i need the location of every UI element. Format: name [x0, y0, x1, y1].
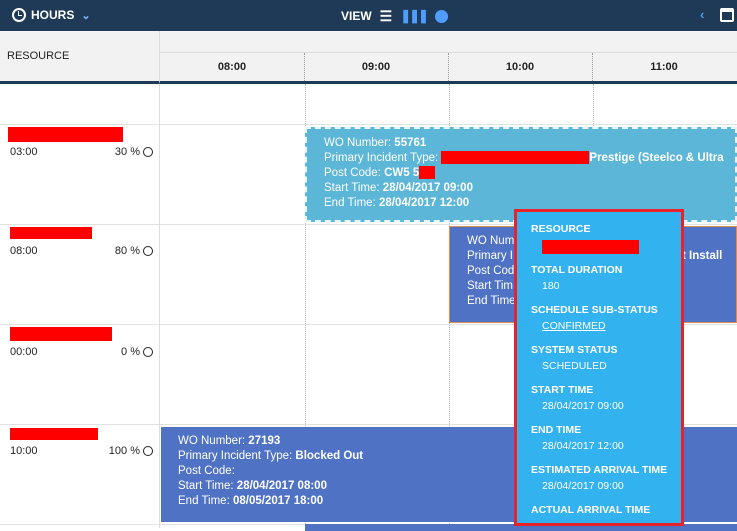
booking-incident-type: Primary Incident Type: Prestige (Steelco…	[324, 151, 724, 165]
resource-row[interactable]: 00:00 0 %	[0, 324, 160, 424]
resource-time: 10:00	[10, 445, 38, 457]
resource-header-label: RESOURCE	[7, 50, 70, 62]
hour-label: 11:00	[650, 61, 678, 73]
tooltip-resource-label: RESOURCE	[531, 223, 591, 235]
clock-icon	[143, 147, 153, 157]
tooltip-total-duration-label: TOTAL DURATION	[531, 264, 623, 276]
hour-label: 09:00	[361, 61, 391, 73]
tooltip-start-time-label: START TIME	[531, 384, 594, 396]
booking-block-selected[interactable]: WO Number: 55761 Primary Incident Type: …	[305, 127, 737, 222]
resource-column-header: RESOURCE	[0, 31, 160, 84]
tooltip-eta-label: ESTIMATED ARRIVAL TIME	[531, 464, 668, 476]
clock-icon	[143, 246, 153, 256]
tooltip-end-time-value: 28/04/2017 12:00	[542, 440, 624, 452]
resource-time: 08:00	[10, 245, 38, 257]
booking-wo-number: WO Number: 55761	[324, 137, 427, 149]
tooltip-actual-arrival-label: ACTUAL ARRIVAL TIME	[531, 504, 651, 516]
resource-row[interactable]: 08:00 80 %	[0, 224, 160, 324]
hour-label: 10:00	[505, 61, 535, 73]
tooltip-end-time-label: END TIME	[531, 424, 582, 436]
tooltip-sub-status-link[interactable]: CONFIRMED	[542, 320, 681, 333]
tooltip-eta-value: 28/04/2017 09:00	[542, 480, 624, 492]
hour-divider	[592, 53, 593, 81]
tooltip-system-status-value: SCHEDULED	[542, 360, 607, 372]
tooltip-start-time-value: 28/04/2017 09:00	[542, 400, 624, 412]
booking-details-tooltip: RESOURCE TOTAL DURATION 180 SCHEDULE SUB…	[514, 209, 684, 526]
view-label: VIEW	[341, 9, 372, 23]
redacted-resource-name	[10, 428, 98, 440]
redacted-resource-name	[10, 327, 112, 341]
hour-divider	[304, 53, 305, 81]
timeline-header: 08:00 09:00 10:00 11:00	[160, 31, 737, 84]
resource-time: 00:00	[10, 346, 38, 358]
redacted-text	[441, 151, 590, 165]
timeline-header-strip	[160, 31, 737, 53]
resource-time: 03:00	[10, 146, 38, 158]
booking-post-code: Post Code: CW5 5	[324, 166, 735, 181]
hours-scale-dropdown[interactable]: HOURS ⌄	[12, 8, 91, 22]
tooltip-sub-status-label: SCHEDULE SUB-STATUS	[531, 304, 658, 316]
list-view-icon[interactable]: ☰	[380, 9, 393, 23]
hour-label: 08:00	[217, 61, 247, 73]
hour-divider	[448, 53, 449, 81]
schedule-toolbar: HOURS ⌄ VIEW ☰ ❚❚❚ ‹	[0, 0, 737, 31]
previous-period-icon[interactable]: ‹	[700, 7, 704, 22]
calendar-icon[interactable]	[720, 8, 734, 22]
view-switcher: VIEW ☰ ❚❚❚	[341, 8, 448, 24]
gantt-view-icon[interactable]: ❚❚❚	[400, 8, 429, 24]
chevron-down-icon: ⌄	[81, 9, 91, 22]
tooltip-total-duration-value: 180	[542, 280, 560, 292]
map-view-icon[interactable]	[434, 9, 448, 23]
redacted-resource-name	[8, 127, 123, 142]
redacted-text	[419, 166, 436, 180]
resource-utilization: 100 %	[108, 445, 140, 457]
redacted-resource-name	[542, 240, 639, 254]
resource-utilization: 0 %	[121, 346, 140, 358]
redacted-resource-name	[10, 227, 92, 239]
clock-icon	[143, 347, 153, 357]
resource-row[interactable]: 03:00 30 %	[0, 124, 160, 224]
clock-icon	[143, 446, 153, 456]
tooltip-system-status-label: SYSTEM STATUS	[531, 344, 618, 356]
resource-utilization: 30 %	[114, 146, 140, 158]
booking-start-time: Start Time: 28/04/2017 09:00	[324, 182, 473, 194]
hours-label: HOURS	[31, 8, 75, 22]
resource-utilization: 80 %	[114, 245, 140, 257]
clock-icon	[12, 8, 26, 22]
resource-row[interactable]: 10:00 100 %	[0, 424, 160, 524]
